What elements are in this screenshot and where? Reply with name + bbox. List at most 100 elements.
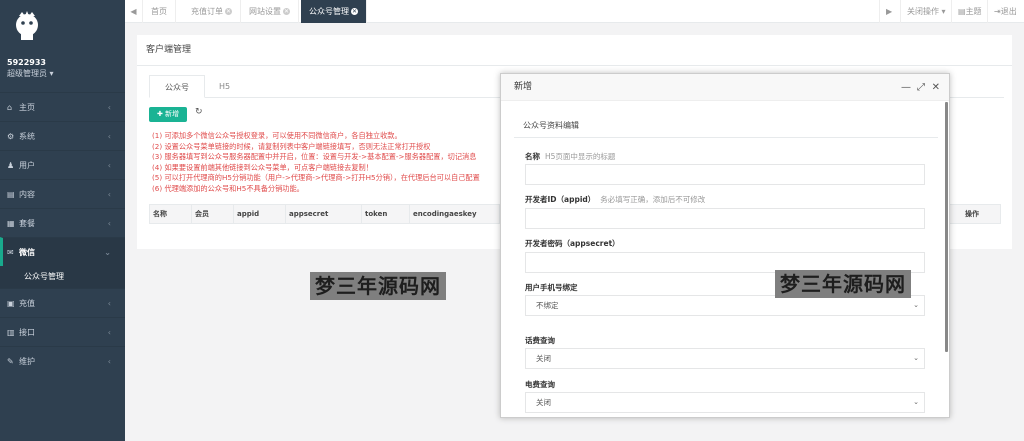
crown-logo-icon — [9, 10, 45, 44]
name-hint: H5页面中显示的标题 — [545, 152, 616, 161]
tab-label: 首页 — [151, 7, 167, 16]
close-icon[interactable]: ✕ — [225, 8, 232, 15]
sidebar-item-package[interactable]: ▦ 套餐 ‹ — [0, 208, 125, 237]
col-appid: appid — [234, 205, 286, 223]
chevron-icon: ‹ — [107, 357, 111, 366]
chevron-down-icon: ⌄ — [913, 354, 919, 362]
col-member: 会员 — [192, 205, 234, 223]
sidebar-item-label: 充值 — [19, 299, 35, 308]
sidebar-item-wrench[interactable]: ✎ 维护 ‹ — [0, 346, 125, 375]
sidebar-item-api[interactable]: ▥ 接口 ‹ — [0, 317, 125, 346]
sidebar-item-label: 主页 — [19, 103, 35, 112]
name-label-text: 名称 — [525, 152, 540, 161]
theme-icon: ▤ — [958, 7, 966, 16]
sidebar-item-home[interactable]: ⌂ 主页 ‹ — [0, 92, 125, 121]
close-icon[interactable]: ✕ — [351, 8, 358, 15]
minimize-icon[interactable]: — — [901, 74, 911, 101]
recharge-icon: ▣ — [7, 299, 15, 308]
wechat-icon: ✉ — [7, 248, 14, 257]
appid-hint: 务必填写正确，添加后不可修改 — [600, 195, 706, 204]
appid-label: 开发者ID（appid） 务必填写正确，添加后不可修改 — [525, 194, 705, 205]
sidebar-item-label: 维护 — [19, 357, 35, 366]
phone-bind-value: 不绑定 — [536, 301, 559, 310]
appid-input[interactable] — [525, 208, 925, 229]
api-icon: ▥ — [7, 328, 15, 337]
sidebar-item-wechat[interactable]: ✉ 微信 ⌄ — [0, 237, 125, 266]
package-icon: ▦ — [7, 219, 15, 228]
chevron-icon: ‹ — [107, 299, 111, 308]
modal-scrollbar[interactable] — [945, 102, 948, 352]
elec-query-select[interactable]: 关闭 ⌄ — [525, 392, 925, 413]
user-role-dropdown[interactable]: 超级管理员 ▾ — [7, 68, 125, 79]
phone-bind-select[interactable]: 不绑定 ⌄ — [525, 295, 925, 316]
phone-bind-label: 用户手机号绑定 — [525, 283, 578, 292]
chevron-down-icon: ⌄ — [913, 301, 919, 309]
fee-query-select[interactable]: 关闭 ⌄ — [525, 348, 925, 369]
modal-body: 公众号资料编辑 名称 H5页面中显示的标题 开发者ID（appid） 务必填写正确，… — [514, 113, 938, 419]
note-line: (6) 代理端添加的公众号和H5不具备分销功能。 — [152, 183, 304, 193]
sidebar-item-users[interactable]: ♟ 用户 ‹ — [0, 150, 125, 179]
col-appsecret: appsecret — [286, 205, 362, 223]
chevron-icon: ‹ — [107, 132, 111, 141]
appid-label-text: 开发者ID（appid） — [525, 195, 596, 204]
elec-query-value: 关闭 — [536, 398, 551, 407]
user-id: 5922933 — [7, 58, 46, 67]
sidebar-item-label: 用户 — [19, 161, 35, 170]
tab-label: 公众号管理 — [309, 7, 349, 16]
sidebar-item-recharge[interactable]: ▣ 充值 ‹ — [0, 288, 125, 317]
note-line: (3) 服务器填写到公众号服务器配置中并开启，位置：设置与开发->基本配置->服… — [152, 152, 477, 162]
col-name: 名称 — [150, 205, 192, 223]
sidebar: 5922933 超级管理员 ▾ ⌂ 主页 ‹ ⚙ 系统 ‹ ♟ 用户 ‹ ▤ 内容 ‹ ▦ 套餐 ‹ ✉ 微信 ⌄… — [0, 0, 125, 441]
close-operations-dropdown[interactable]: 关闭操作 ▾ — [900, 0, 952, 23]
watermark: 梦三年源码网 — [775, 270, 911, 298]
tab-recharge-orders[interactable]: 充值订单 ✕ — [183, 0, 241, 23]
scroll-right-button[interactable]: ▶ — [879, 0, 898, 23]
watermark: 梦三年源码网 — [310, 272, 446, 300]
note-line: (2) 设置公众号菜单链接的时候，请复制列表中客户端链接填写，否则无法正常打开授… — [152, 141, 431, 151]
chevron-icon: ‹ — [107, 328, 111, 337]
chevron-icon: ‹ — [107, 190, 111, 199]
tab-label: 网站设置 — [249, 7, 281, 16]
add-button[interactable]: ✚ 新增 — [149, 107, 187, 122]
tab-wechat-manage[interactable]: 公众号管理 ✕ — [301, 0, 367, 23]
instructions: (1) 可添加多个微信公众号授权登录，可以使用不同微信商户，各自独立收款。 (2)… — [152, 131, 532, 195]
sidebar-item-label: 内容 — [19, 190, 35, 199]
add-modal: 新增 — ⤢ ✕ 公众号资料编辑 名称 H5页面中显示的标题 开发者ID（appi… — [500, 73, 950, 418]
theme-label: 主题 — [965, 7, 982, 16]
subtab-official-account[interactable]: 公众号 — [149, 75, 205, 98]
sidebar-item-label: 套餐 — [19, 219, 35, 228]
subtab-h5[interactable]: H5 — [219, 75, 230, 98]
tab-home[interactable]: 首页 — [143, 0, 176, 23]
note-line: (4) 如果要设置前端其他链接到公众号菜单，可点客户端链接去复制！ — [152, 162, 373, 172]
logout-button[interactable]: ⇥退出 — [987, 0, 1023, 23]
chevron-down-icon: ⌄ — [913, 398, 919, 406]
add-label: 新增 — [165, 110, 180, 118]
sidebar-subitem-wechat-manage[interactable]: 公众号管理 — [0, 266, 125, 288]
file-icon: ▤ — [7, 190, 15, 199]
modal-header: 新增 — ⤢ ✕ — [501, 74, 949, 101]
close-icon[interactable]: ✕ — [283, 8, 290, 15]
sidebar-item-file[interactable]: ▤ 内容 ‹ — [0, 179, 125, 208]
elec-query-label: 电费查询 — [525, 380, 555, 389]
sidebar-item-gear[interactable]: ⚙ 系统 ‹ — [0, 121, 125, 150]
modal-title: 新增 — [514, 82, 533, 92]
appsecret-label: 开发者密码（appsecret） — [525, 239, 620, 248]
logout-icon: ⇥ — [994, 7, 1001, 16]
theme-button[interactable]: ▤主题 — [951, 0, 988, 23]
tab-site-settings[interactable]: 网站设置 ✕ — [241, 0, 299, 23]
col-token: token — [362, 205, 410, 223]
top-tabbar: ◀ 首页 充值订单 ✕ 网站设置 ✕ 公众号管理 ✕ ▶ 关闭操作 ▾ ▤主题 ⇥退出 — [125, 0, 1024, 23]
note-line: (1) 可添加多个微信公众号授权登录，可以使用不同微信商户，各自独立收款。 — [152, 131, 402, 140]
chevron-icon: ⌄ — [104, 248, 111, 257]
sidebar-item-label: 系统 — [19, 132, 35, 141]
col-encodingaeskey: encodingaeskey — [410, 205, 500, 223]
wrench-icon: ✎ — [7, 357, 14, 366]
name-input[interactable] — [525, 164, 925, 185]
scroll-left-button[interactable]: ◀ — [125, 0, 143, 23]
maximize-icon[interactable]: ⤢ — [917, 74, 925, 101]
refresh-icon[interactable]: ↻ — [195, 107, 203, 117]
fee-query-value: 关闭 — [536, 354, 551, 363]
sidebar-item-label: 接口 — [19, 328, 35, 337]
chevron-icon: ‹ — [107, 103, 111, 112]
close-icon[interactable]: ✕ — [932, 74, 940, 101]
